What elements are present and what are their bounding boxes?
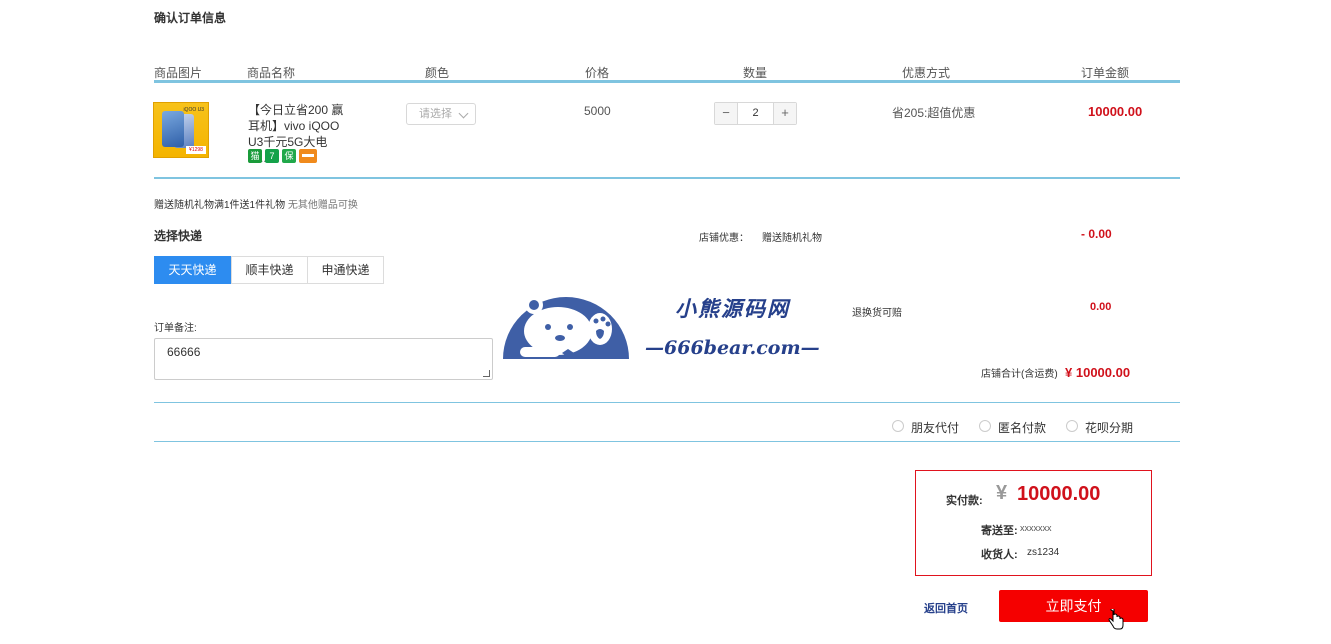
watermark-title: 小熊源码网 (675, 296, 790, 321)
insurance-label: 退换货可赔 (852, 308, 902, 319)
hand-cursor-icon (1108, 609, 1124, 630)
store-discount-label: 店铺优惠： (699, 233, 749, 244)
friend-pay-radio[interactable] (892, 420, 904, 432)
shipping-option-sto[interactable]: 申通快递 (307, 256, 384, 284)
remark-value: 66666 (167, 345, 201, 359)
bear-logo-icon (503, 296, 629, 359)
receiver-label: 收货人: (981, 549, 1018, 561)
store-discount-amount: - 0.00 (1081, 227, 1112, 241)
paid-label: 实付款: (946, 495, 983, 507)
phone-front-image (162, 111, 184, 147)
product-price: 5000 (584, 104, 611, 118)
store-total-label: 店铺合计(含运费) (981, 369, 1058, 380)
discount-method: 省205:超值优惠 (892, 106, 976, 120)
color-select-placeholder: 请选择 (419, 108, 452, 120)
store-total: 店铺合计(含运费) ¥ 10000.00 (981, 365, 1130, 380)
product-image-price: ¥1298 (186, 146, 206, 154)
product-name-link[interactable]: 【今日立省200 赢耳机】vivo iQOO U3千元5G大电池... (248, 102, 348, 166)
product-image[interactable]: iQOO U3 ¥1298 (153, 102, 209, 158)
header-discount: 优惠方式 (902, 66, 951, 80)
gift-label: 赠送随机礼物满1件送1件礼物 (154, 200, 286, 211)
ship-to-value: xxxxxxx (1020, 523, 1052, 533)
anonymous-pay-label[interactable]: 匿名付款 (998, 419, 1046, 436)
remark-textarea[interactable]: 66666 (154, 338, 493, 380)
chevron-down-icon (458, 108, 469, 119)
payment-summary: 实付款: ¥ 10000.00 寄送至: xxxxxxx 收货人: zs1234 (915, 470, 1152, 576)
shipping-title: 选择快递 (154, 229, 203, 243)
huabei-installment-label[interactable]: 花呗分期 (1085, 419, 1133, 436)
page-title: 确认订单信息 (154, 11, 227, 25)
watermark: 小熊源码网 —666bear.com— (500, 283, 830, 363)
paid-amount: 10000.00 (1017, 483, 1101, 505)
insurance-amount: 0.00 (1090, 301, 1112, 313)
pay-now-button[interactable]: 立即支付 (999, 590, 1148, 622)
header-color: 颜色 (425, 66, 450, 80)
order-amount: 10000.00 (1088, 104, 1143, 119)
currency-symbol: ¥ (996, 482, 1008, 504)
product-image-brand: iQOO U3 (183, 107, 204, 113)
anonymous-pay-radio[interactable] (979, 420, 991, 432)
guarantee-icon: 保 (282, 149, 296, 163)
header-price: 价格 (585, 66, 610, 80)
header-amount: 订单金额 (1081, 66, 1130, 80)
tmall-icon: 猫 (248, 149, 262, 163)
row-divider (154, 177, 1180, 179)
quantity-value[interactable]: 2 (737, 103, 774, 124)
store-discount-value: 赠送随机礼物 (762, 233, 822, 244)
back-home-link[interactable]: 返回首页 (924, 600, 968, 616)
shipping-option-tiantian[interactable]: 天天快递 (154, 256, 231, 284)
header-product-image: 商品图片 (154, 66, 203, 80)
quantity-minus-button[interactable]: − (715, 103, 738, 124)
store-total-amount: ¥ 10000.00 (1065, 365, 1131, 380)
color-select[interactable]: 请选择 (406, 103, 476, 125)
gift-note: 无其他赠品可换 (287, 200, 358, 211)
watermark-domain: —666bear.com— (645, 337, 820, 359)
receiver-value: zs1234 (1027, 547, 1060, 558)
card-icon (299, 149, 317, 163)
huabei-installment-radio[interactable] (1066, 420, 1078, 432)
header-product-name: 商品名称 (247, 66, 296, 80)
gift-info: 赠送随机礼物满1件送1件礼物 无其他赠品可换 (154, 196, 358, 211)
section-divider (154, 402, 1180, 403)
header-quantity: 数量 (743, 66, 768, 80)
seven-icon: 7 (265, 149, 279, 163)
resize-handle-icon[interactable] (483, 370, 490, 377)
remark-label: 订单备注: (154, 323, 197, 334)
quantity-plus-button[interactable]: + (773, 103, 796, 124)
quantity-stepper[interactable]: − 2 + (714, 102, 797, 125)
pay-options-divider (154, 441, 1180, 442)
header-divider (154, 80, 1180, 83)
shipping-option-sf[interactable]: 顺丰快递 (231, 256, 308, 284)
ship-to-label: 寄送至: (981, 525, 1018, 537)
friend-pay-label[interactable]: 朋友代付 (911, 419, 959, 436)
